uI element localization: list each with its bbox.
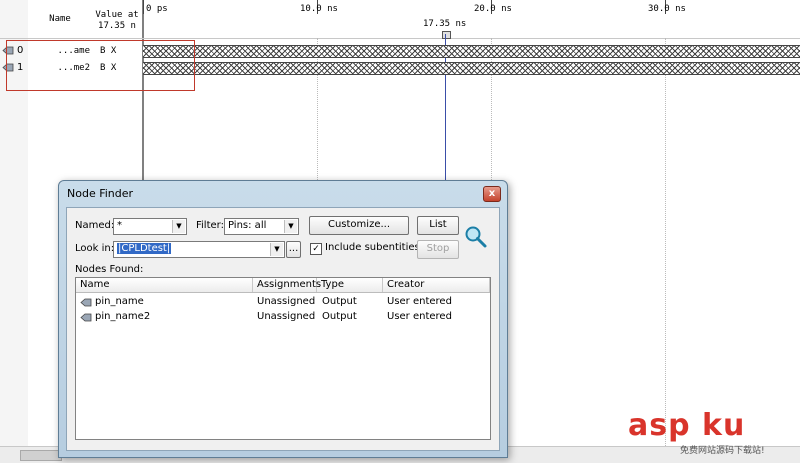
- browse-button[interactable]: ...: [286, 241, 301, 258]
- chevron-down-icon[interactable]: ▼: [270, 243, 283, 256]
- name-column-header: Name: [49, 14, 71, 24]
- ruler-label-10ns: 10.0 ns: [300, 4, 338, 14]
- customize-button[interactable]: Customize...: [309, 216, 409, 235]
- ruler-label-0: 0 ps: [146, 4, 168, 14]
- output-pin-icon: [80, 313, 92, 322]
- filter-combobox[interactable]: Pins: all ▼: [224, 218, 299, 235]
- row-name: pin_name: [95, 296, 144, 307]
- look-in-label: Look in:: [75, 243, 115, 254]
- nodes-found-label: Nodes Found:: [75, 264, 144, 275]
- column-header-name[interactable]: Name: [76, 278, 253, 292]
- row-name: pin_name2: [95, 311, 151, 322]
- include-subentities-label: Include subentities: [325, 242, 420, 253]
- watermark-logo-text: asp ku: [628, 408, 746, 443]
- value-header-line2: 17.35 n: [98, 21, 136, 31]
- ruler-label-20ns: 20.0 ns: [474, 4, 512, 14]
- site-watermark: asp ku 免费网站源码下载站!: [628, 408, 798, 460]
- value-column-header: Value at 17.35 n: [92, 10, 142, 32]
- filter-label: Filter:: [196, 220, 224, 231]
- value-header-line1: Value at: [95, 10, 139, 20]
- row-type: Output: [322, 296, 357, 307]
- row-assignments: Unassigned: [257, 311, 316, 322]
- watermark-tagline: 免费网站源码下载站!: [680, 446, 765, 456]
- close-button[interactable]: x: [483, 186, 501, 202]
- signal-waveform[interactable]: [143, 62, 800, 75]
- look-in-value: |CPLDtest|: [117, 243, 172, 254]
- dialog-body: Named: * ▼ Filter: Pins: all ▼ Customize…: [66, 207, 500, 451]
- chevron-down-icon[interactable]: ▼: [172, 220, 185, 233]
- column-header-type[interactable]: Type: [317, 278, 383, 292]
- ruler-label-30ns: 30.0 ns: [648, 4, 686, 14]
- include-subentities-checkbox[interactable]: ✓: [310, 243, 322, 255]
- nodes-found-list[interactable]: Name Assignments Type Creator pin_name U…: [75, 277, 491, 440]
- time-cursor-handle[interactable]: [442, 31, 451, 39]
- chevron-down-icon[interactable]: ▼: [284, 220, 297, 233]
- search-icon: [465, 226, 487, 248]
- row-creator: User entered: [387, 311, 452, 322]
- look-in-combobox[interactable]: |CPLDtest| ▼: [113, 241, 285, 258]
- grid-line: [665, 38, 666, 462]
- column-header-creator[interactable]: Creator: [383, 278, 490, 292]
- table-row[interactable]: pin_name2 Unassigned Output User entered: [76, 310, 490, 325]
- stop-button[interactable]: Stop: [417, 240, 459, 259]
- column-header-assignments[interactable]: Assignments: [253, 278, 321, 292]
- dialog-title: Node Finder: [67, 187, 134, 200]
- list-button[interactable]: List: [417, 216, 459, 235]
- filter-value: Pins: all: [228, 220, 267, 231]
- row-creator: User entered: [387, 296, 452, 307]
- ruler-tick: [143, 0, 144, 14]
- node-finder-dialog: Node Finder x Named: * ▼ Filter: Pins: a…: [58, 180, 508, 458]
- table-row[interactable]: pin_name Unassigned Output User entered: [76, 295, 490, 310]
- signal-highlight-frame: [6, 40, 195, 91]
- scrollbar-thumb[interactable]: [20, 450, 62, 461]
- named-combobox[interactable]: * ▼: [113, 218, 187, 235]
- list-header: Name Assignments Type Creator: [76, 278, 490, 293]
- signal-waveform[interactable]: [143, 45, 800, 58]
- row-assignments: Unassigned: [257, 296, 316, 307]
- time-cursor-label: 17.35 ns: [423, 19, 467, 29]
- named-value: *: [117, 220, 122, 231]
- row-type: Output: [322, 311, 357, 322]
- named-label: Named:: [75, 220, 115, 231]
- output-pin-icon: [80, 298, 92, 307]
